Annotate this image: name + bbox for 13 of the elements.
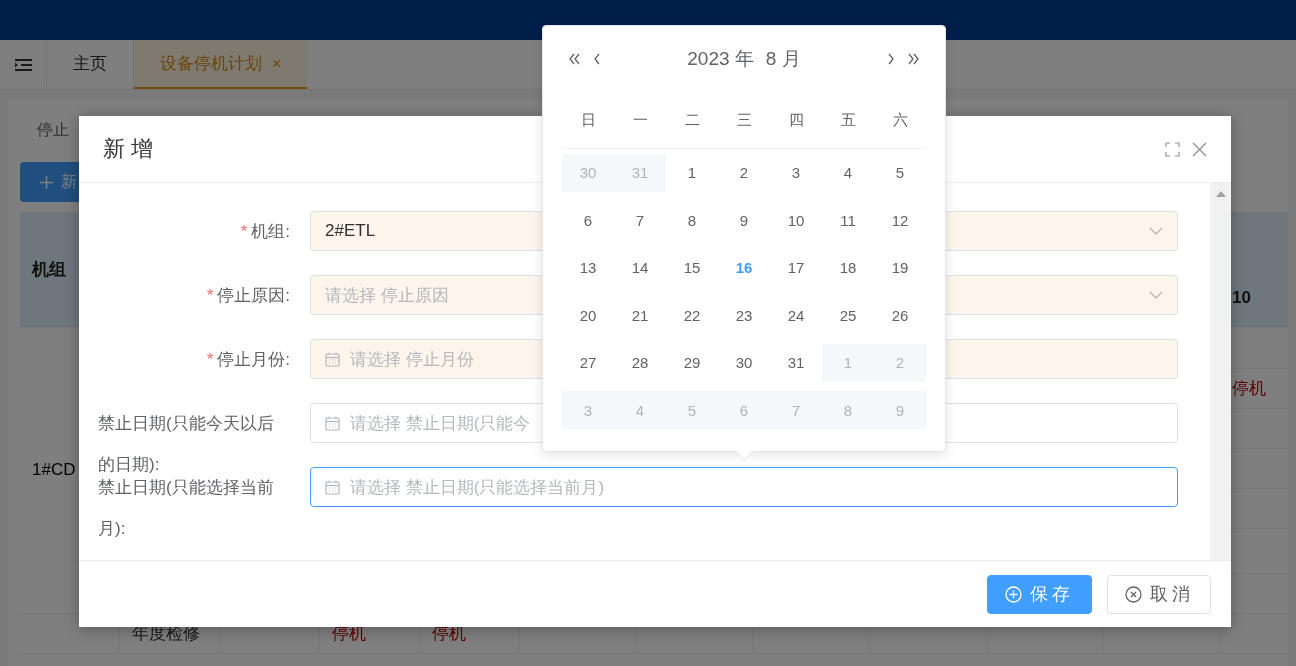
weekday-label: 二 xyxy=(683,110,701,130)
field-label: * 机组: xyxy=(240,221,290,243)
filter-label: 停止 xyxy=(36,120,69,140)
dialog-title: 新 增 xyxy=(103,135,155,163)
weekday-label: 三 xyxy=(735,110,753,130)
weekday-label: 五 xyxy=(839,110,857,130)
field-label: * 停止原因: xyxy=(206,285,290,307)
field-label: * 停止月份: xyxy=(206,349,290,371)
weekday-label: 六 xyxy=(891,110,909,130)
weekday-label: 一 xyxy=(631,110,649,130)
weekday-label: 日 xyxy=(579,110,597,130)
weekday-label: 四 xyxy=(787,110,805,130)
status-text: 停机 xyxy=(1231,378,1266,400)
